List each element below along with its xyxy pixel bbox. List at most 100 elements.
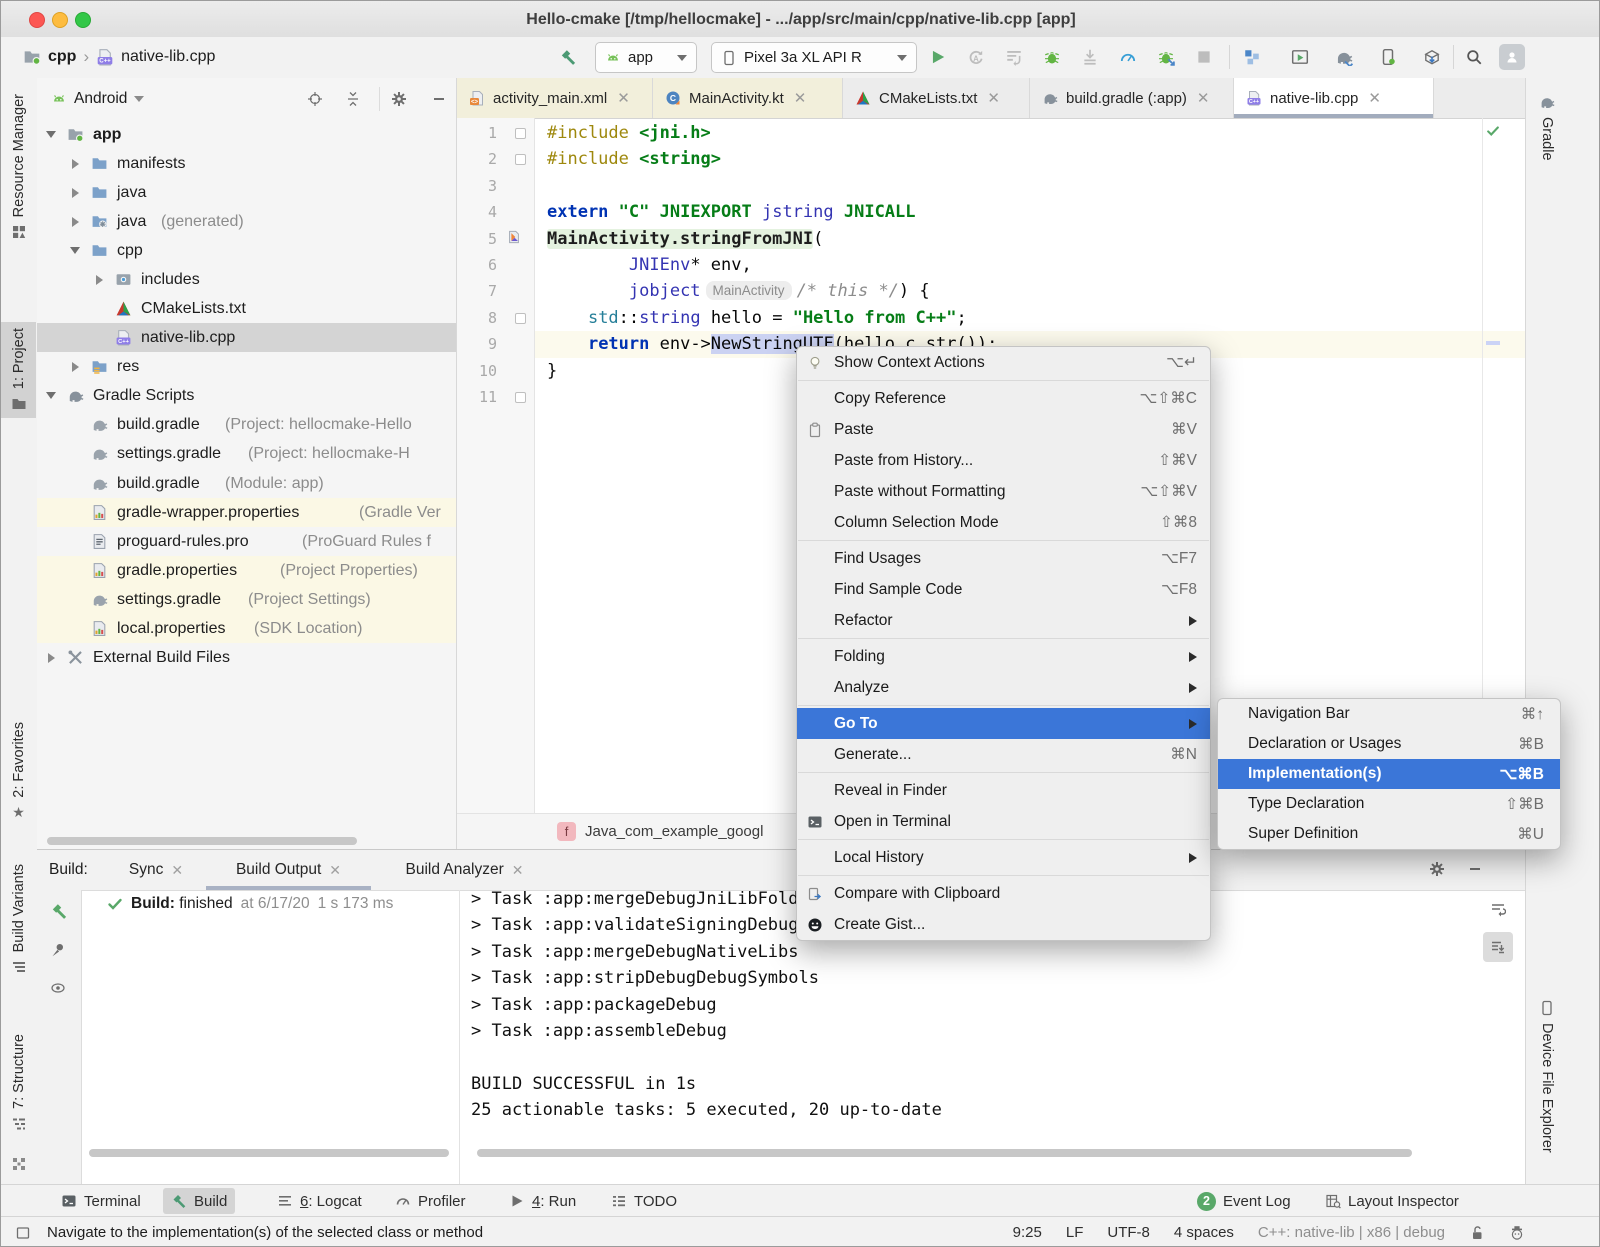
hide-build-panel-button[interactable] <box>1467 861 1483 877</box>
lock-open-icon[interactable] <box>1469 1225 1485 1241</box>
tool-window-profiler[interactable]: Profiler <box>387 1188 474 1214</box>
close-window-button[interactable] <box>29 12 45 28</box>
fold-marker[interactable] <box>515 313 526 324</box>
tree-item-external-build-files[interactable]: External Build Files <box>37 643 456 672</box>
device-select[interactable]: Pixel 3a XL API R <box>711 42 917 73</box>
submenu-item-navigation-bar[interactable]: Navigation Bar⌘↑ <box>1218 699 1560 729</box>
inspection-profile-icon[interactable] <box>1509 1225 1525 1241</box>
build-tree-horizontal-scrollbar[interactable] <box>89 1149 449 1157</box>
status-window-icon[interactable] <box>15 1225 31 1241</box>
stop-button[interactable] <box>1193 46 1215 68</box>
tool-window-terminal[interactable]: Terminal <box>53 1188 149 1214</box>
run-button[interactable] <box>927 46 949 68</box>
menu-item-generate[interactable]: Generate...⌘N <box>797 739 1210 770</box>
tree-item-gradle-scripts[interactable]: Gradle Scripts <box>37 381 456 410</box>
tree-item-native-lib[interactable]: native-lib.cpp <box>37 323 456 352</box>
collapsed-arrow-icon[interactable] <box>96 275 103 285</box>
sidebar-item-favorites[interactable]: 2: Favorites ★ <box>1 716 36 825</box>
sidebar-item-build-variants[interactable]: Build Variants <box>1 858 36 981</box>
submenu-item-type-declaration[interactable]: Type Declaration⇧⌘B <box>1218 789 1560 819</box>
tree-item-manifests[interactable]: manifests <box>37 149 456 178</box>
tab-cmakelists[interactable]: CMakeLists.txt ✕ <box>843 78 1030 118</box>
tab-build-analyzer[interactable]: Build Analyzer✕ <box>377 850 552 890</box>
tree-item-build-gradle-project[interactable]: build.gradle (Project: hellocmake-Hello <box>37 410 456 439</box>
collapsed-arrow-icon[interactable] <box>72 362 79 372</box>
menu-item-local-history[interactable]: Local History <box>797 842 1210 873</box>
tree-item-settings-gradle-project[interactable]: settings.gradle (Project: hellocmake-H <box>37 439 456 468</box>
device-manager-button[interactable] <box>1377 46 1399 68</box>
menu-item-analyze[interactable]: Analyze <box>797 672 1210 703</box>
soft-wrap-button[interactable] <box>1483 894 1513 924</box>
expanded-arrow-icon[interactable] <box>46 131 56 138</box>
breadcrumb-file[interactable]: native-lib.cpp <box>121 48 215 66</box>
collapsed-arrow-icon[interactable] <box>72 159 79 169</box>
tree-item-java[interactable]: java <box>37 178 456 207</box>
tree-item-cpp[interactable]: cpp <box>37 236 456 265</box>
tab-sync[interactable]: Sync✕ <box>111 850 201 890</box>
rerun-tasks-button[interactable] <box>1003 46 1025 68</box>
tree-item-cmakelists[interactable]: CMakeLists.txt <box>37 294 456 323</box>
editor-gutter[interactable]: 1 2 3 4 5 6 7 8 9 10 11 <box>457 118 535 813</box>
expanded-arrow-icon[interactable] <box>70 247 80 254</box>
sidebar-item-structure[interactable]: 7: Structure <box>1 1028 36 1138</box>
submenu-item-implementations[interactable]: Implementation(s)⌥⌘B <box>1218 759 1560 789</box>
close-icon[interactable]: ✕ <box>1368 89 1381 107</box>
layout-inspector-button[interactable]: Layout Inspector <box>1317 1188 1467 1214</box>
build-settings-gear-button[interactable] <box>1429 861 1445 877</box>
tree-item-settings-gradle[interactable]: settings.gradle (Project Settings) <box>37 585 456 614</box>
gradle-sync-button[interactable] <box>1333 46 1355 68</box>
sidebar-item-project[interactable]: 1: Project <box>1 322 36 418</box>
menu-item-paste-from-history[interactable]: Paste from History...⇧⌘V <box>797 445 1210 476</box>
tool-window-build[interactable]: Build <box>163 1188 235 1214</box>
code-line-6[interactable]: JNIEnv* env, <box>547 252 752 278</box>
tab-build-output[interactable]: Build Output✕ <box>206 850 371 890</box>
code-line-2[interactable]: #include <string> <box>547 146 721 172</box>
breadcrumb-module[interactable]: cpp <box>48 48 76 66</box>
tool-window-switcher[interactable] <box>1 1150 36 1178</box>
profile-avatar[interactable] <box>1499 44 1525 70</box>
tree-item-gradle-properties[interactable]: gradle.properties (Project Properties) <box>37 556 456 585</box>
menu-item-paste-without-formatting[interactable]: Paste without Formatting⌥⇧⌘V <box>797 476 1210 507</box>
menu-item-find-usages[interactable]: Find Usages⌥F7 <box>797 543 1210 574</box>
hide-panel-button[interactable] <box>431 91 447 107</box>
profile-button[interactable] <box>1117 46 1139 68</box>
code-line-7[interactable]: jobjectMainActivity/* this */) { <box>547 278 930 304</box>
run-anything-button[interactable] <box>1289 46 1311 68</box>
collapsed-arrow-icon[interactable] <box>72 188 79 198</box>
apply-changes-button[interactable]: A <box>965 46 987 68</box>
build-project-button[interactable] <box>557 46 579 68</box>
menu-item-refactor[interactable]: Refactor <box>797 605 1210 636</box>
tab-activity-main-xml[interactable]: activity_main.xml ✕ <box>457 78 653 118</box>
menu-item-folding[interactable]: Folding <box>797 641 1210 672</box>
run-configuration-select[interactable]: app <box>595 42 697 73</box>
pin-icon[interactable] <box>50 942 66 958</box>
tool-window-todo[interactable]: TODO <box>603 1188 685 1214</box>
editor-breadcrumb[interactable]: Java_com_example_googl <box>585 823 763 840</box>
search-everywhere-button[interactable] <box>1463 46 1485 68</box>
encoding-widget[interactable]: UTF-8 <box>1107 1224 1150 1241</box>
collapse-all-button[interactable] <box>345 91 361 107</box>
attach-debugger-button[interactable] <box>1079 46 1101 68</box>
menu-item-open-in-terminal[interactable]: Open in Terminal <box>797 806 1210 837</box>
menu-item-paste[interactable]: Paste⌘V <box>797 414 1210 445</box>
kotlin-jni-gutter-icon[interactable] <box>507 230 521 244</box>
collapsed-arrow-icon[interactable] <box>48 653 55 663</box>
tool-window-logcat[interactable]: 6: Logcat <box>269 1188 370 1214</box>
close-icon[interactable]: ✕ <box>171 862 183 879</box>
tree-item-local-properties[interactable]: local.properties (SDK Location) <box>37 614 456 643</box>
tree-item-gradle-wrapper-properties[interactable]: gradle-wrapper.properties (Gradle Ver <box>37 498 456 527</box>
profile-low-overhead-button[interactable] <box>1155 46 1177 68</box>
tree-item-app[interactable]: app <box>37 120 456 149</box>
close-icon[interactable]: ✕ <box>617 89 630 107</box>
indent-widget[interactable]: 4 spaces <box>1174 1224 1234 1241</box>
collapsed-arrow-icon[interactable] <box>72 217 79 227</box>
project-view-selector[interactable]: Android <box>74 90 127 108</box>
close-icon[interactable]: ✕ <box>794 89 807 107</box>
close-icon[interactable]: ✕ <box>1197 89 1210 107</box>
fold-marker[interactable] <box>515 128 526 139</box>
navigation-breadcrumb[interactable]: cpp › native-lib.cpp <box>23 37 215 77</box>
code-line-1[interactable]: #include <jni.h> <box>547 120 711 146</box>
close-icon[interactable]: ✕ <box>329 862 341 879</box>
code-line-10[interactable]: } <box>547 358 557 384</box>
menu-item-create-gist[interactable]: Create Gist... <box>797 909 1210 940</box>
